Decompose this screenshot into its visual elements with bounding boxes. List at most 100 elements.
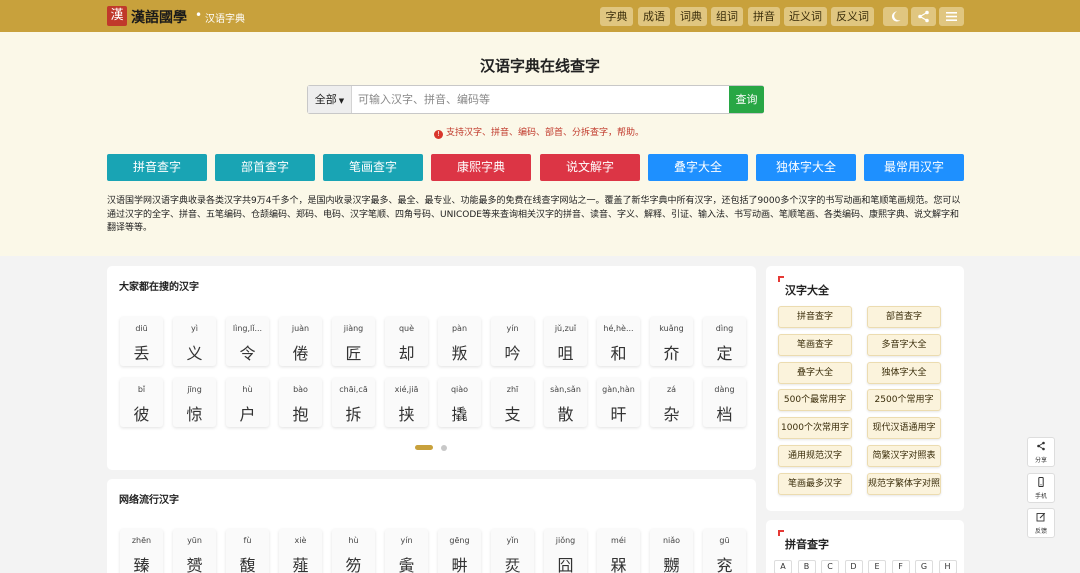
char-glyph: 旰 xyxy=(610,405,627,424)
char-tile[interactable]: bào 抱 xyxy=(279,378,322,427)
sidebar-tag[interactable]: 1000个次常用字 xyxy=(778,417,852,440)
nav-cidian[interactable]: 词典 xyxy=(675,7,707,26)
char-pinyin: fù xyxy=(243,536,252,545)
carousel-dot-active[interactable] xyxy=(415,445,433,450)
moon-icon[interactable] xyxy=(883,7,908,26)
category-pinyin[interactable]: 拼音查字 xyxy=(107,154,207,181)
char-glyph: 吟 xyxy=(504,344,521,363)
sidebar-tag[interactable]: 通用规范汉字 xyxy=(778,445,852,467)
nav-zidian[interactable]: 字典 xyxy=(600,7,633,26)
search-scope-select[interactable]: 全部 ▼ xyxy=(308,86,352,113)
category-bushou[interactable]: 部首查字 xyxy=(215,154,315,181)
pinyin-letter[interactable]: B xyxy=(797,560,816,573)
char-tile[interactable]: xié,jiā 挟 xyxy=(385,378,428,427)
pinyin-letter[interactable]: A xyxy=(774,560,792,573)
nav-pinyin[interactable]: 拼音 xyxy=(748,7,780,26)
char-tile[interactable]: què 却 xyxy=(385,317,428,366)
char-tile[interactable]: yín 夤 xyxy=(385,529,428,573)
char-tile[interactable]: jiǒng 囧 xyxy=(544,529,587,573)
sidebar-tag[interactable]: 规范字繁体字对照 xyxy=(867,472,941,495)
category-bihua[interactable]: 笔画查字 xyxy=(323,154,423,181)
nav-fanyici[interactable]: 反义词 xyxy=(831,7,874,26)
sidebar-tag[interactable]: 拼音查字 xyxy=(778,306,852,328)
sidebar-tag[interactable]: 现代汉语通用字 xyxy=(867,417,941,440)
char-pinyin: hù xyxy=(348,536,359,545)
char-tile[interactable]: sàn,sǎn 散 xyxy=(544,378,587,427)
category-kangxi[interactable]: 康熙字典 xyxy=(431,154,531,181)
category-changyong[interactable]: 最常用汉字 xyxy=(864,154,964,181)
sidebar-tag[interactable]: 笔画查字 xyxy=(778,333,852,356)
nav-zuci[interactable]: 组词 xyxy=(711,7,743,26)
char-tile[interactable]: jǔ,zuǐ 咀 xyxy=(544,317,587,366)
char-tile[interactable]: dàng 档 xyxy=(703,378,746,427)
char-pinyin: zhēn xyxy=(131,536,152,545)
pinyin-letter[interactable]: E xyxy=(868,560,886,573)
logo-icon[interactable]: 漢 xyxy=(107,6,127,26)
char-tile[interactable]: niǎo 嬲 xyxy=(650,529,693,573)
char-tile[interactable]: hù 笏 xyxy=(332,529,375,573)
sidebar-tag[interactable]: 简繁汉字对照表 xyxy=(867,445,941,467)
edit-icon xyxy=(1028,512,1054,525)
char-tile[interactable]: yǐn 烎 xyxy=(491,529,534,573)
pinyin-letter[interactable]: G xyxy=(915,560,933,573)
pinyin-letter[interactable]: F xyxy=(891,560,910,573)
char-tile[interactable]: zá 杂 xyxy=(650,378,693,427)
char-tile[interactable]: pàn 叛 xyxy=(438,317,481,366)
char-tile[interactable]: hù 户 xyxy=(226,378,269,427)
char-tile[interactable]: zhī 支 xyxy=(491,378,534,427)
category-diezi[interactable]: 叠字大全 xyxy=(648,154,748,181)
char-tile[interactable]: juàn 倦 xyxy=(279,317,322,366)
alert-icon: ! xyxy=(434,130,443,139)
share-icon[interactable] xyxy=(911,7,936,26)
nav-chengyu[interactable]: 成语 xyxy=(638,7,670,26)
carousel-dot[interactable] xyxy=(441,445,447,451)
char-tile[interactable]: jīng 惊 xyxy=(173,378,216,427)
logo-separator: • xyxy=(195,8,203,22)
char-tile[interactable]: méi 槑 xyxy=(597,529,640,573)
char-tile[interactable]: kuǎng 夼 xyxy=(650,317,693,366)
nav-jinyici[interactable]: 近义词 xyxy=(784,7,827,26)
char-tile[interactable]: yín 吟 xyxy=(491,317,534,366)
float-share-button[interactable]: 分享 xyxy=(1027,437,1055,467)
char-tile[interactable]: bǐ 彼 xyxy=(120,378,163,427)
pinyin-letter[interactable]: D xyxy=(844,560,863,573)
float-phone-button[interactable]: 手机 xyxy=(1027,473,1055,503)
site-subtitle[interactable]: 汉语字典 xyxy=(205,10,245,25)
search-input[interactable] xyxy=(358,86,718,113)
char-tile[interactable]: lìng,lǐ... 令 xyxy=(226,317,269,366)
sidebar-tag[interactable]: 叠字大全 xyxy=(778,361,852,384)
menu-icon[interactable] xyxy=(939,7,964,26)
float-feedback-button[interactable]: 反馈 xyxy=(1027,508,1055,538)
char-tile[interactable]: yì 义 xyxy=(173,317,216,366)
char-tile[interactable]: chāi,cā 拆 xyxy=(332,378,375,427)
pinyin-letter[interactable]: C xyxy=(821,560,839,573)
char-tile[interactable]: gū 兖 xyxy=(703,529,746,573)
char-tile[interactable]: gàn,hàn 旰 xyxy=(597,378,640,427)
sidebar-tag[interactable]: 笔画最多汉字 xyxy=(778,472,852,495)
pinyin-letter[interactable]: H xyxy=(938,560,957,573)
char-tile[interactable]: dìng 定 xyxy=(703,317,746,366)
char-tile[interactable]: gēng 畊 xyxy=(438,529,481,573)
char-tile[interactable]: xiè 薤 xyxy=(279,529,322,573)
char-tile[interactable]: diū 丢 xyxy=(120,317,163,366)
char-tile[interactable]: qiào 撬 xyxy=(438,378,481,427)
sidebar-tag[interactable]: 2500个常用字 xyxy=(867,389,941,412)
sidebar-tag[interactable]: 多音字大全 xyxy=(867,333,941,356)
char-glyph: 抱 xyxy=(292,405,309,424)
char-pinyin: zhī xyxy=(506,385,519,394)
sidebar-tag[interactable]: 500个最常用字 xyxy=(778,389,852,412)
char-tile[interactable]: hé,hè... 和 xyxy=(597,317,640,366)
char-tile[interactable]: yūn 赟 xyxy=(173,529,216,573)
char-pinyin: yì xyxy=(191,324,198,333)
char-tile[interactable]: zhēn 臻 xyxy=(120,529,163,573)
category-duti[interactable]: 独体字大全 xyxy=(756,154,856,181)
sidebar-tag[interactable]: 部首查字 xyxy=(867,306,941,328)
char-pinyin: xiè xyxy=(294,536,307,545)
category-shuowen[interactable]: 说文解字 xyxy=(540,154,640,181)
search-button[interactable]: 查询 xyxy=(729,86,764,113)
char-tile[interactable]: jiàng 匠 xyxy=(332,317,375,366)
char-tile[interactable]: fù 馥 xyxy=(226,529,269,573)
logo-text[interactable]: 漢語國學 xyxy=(131,7,187,27)
char-glyph: 畊 xyxy=(451,556,468,573)
sidebar-tag[interactable]: 独体字大全 xyxy=(867,361,941,384)
